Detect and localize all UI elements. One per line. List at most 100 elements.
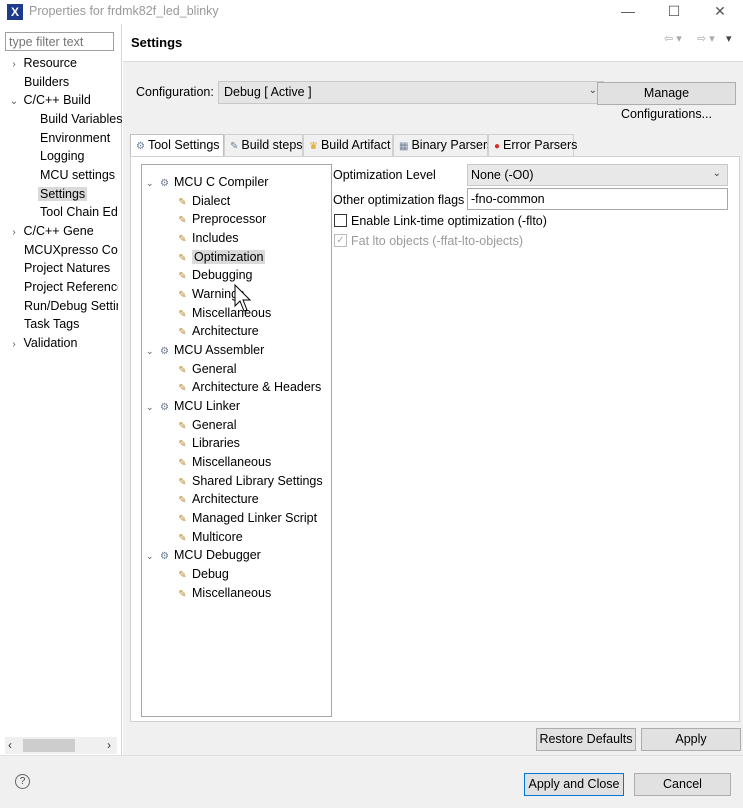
tab-build-artifact[interactable]: ♛ Build Artifact xyxy=(303,134,393,156)
option-icon: ✎ xyxy=(178,458,187,469)
tree-linker-multicore[interactable]: ✎ Multicore xyxy=(176,528,242,546)
tree-linker-libraries[interactable]: ✎ Libraries xyxy=(176,434,240,452)
chevron-down-icon: ⌄ xyxy=(146,551,154,561)
tab-build-steps[interactable]: ✎ Build steps xyxy=(224,134,303,156)
settings-page: Settings ⇦ ▾ ⇨ ▾ ▾ Configuration: Debug … xyxy=(123,24,743,755)
window-title: Properties for frdmk82f_led_blinky xyxy=(29,4,219,18)
option-icon: ✎ xyxy=(178,495,187,506)
tree-mcu-debugger[interactable]: ⌄ ⚙ MCU Debugger xyxy=(146,546,261,564)
chevron-down-icon: ⌄ xyxy=(146,178,154,188)
option-icon: ✎ xyxy=(178,383,187,394)
tree-optimization[interactable]: ✎ Optimization xyxy=(176,248,266,266)
option-icon: ✎ xyxy=(178,327,187,338)
apply-button[interactable]: Apply xyxy=(641,728,741,751)
tree-linker-shared-lib[interactable]: ✎ Shared Library Settings xyxy=(176,472,322,490)
tree-architecture[interactable]: ✎ Architecture xyxy=(176,322,258,340)
lto-label: Enable Link-time optimization (-flto) xyxy=(351,214,547,228)
binary-parsers-icon: ▦ xyxy=(399,141,409,152)
option-icon: ✎ xyxy=(178,570,187,581)
tool-icon: ⚙ xyxy=(160,178,169,189)
tree-mcu-c-compiler[interactable]: ⌄ ⚙ MCU C Compiler xyxy=(146,173,268,191)
tree-item-cpp-build[interactable]: ⌄ C/C++ Build xyxy=(8,91,126,110)
tree-linker-script[interactable]: ✎ Managed Linker Script xyxy=(176,509,317,527)
tool-settings-panel: ⌄ ⚙ MCU C Compiler ✎ Dialect ✎ Preprocessor … xyxy=(130,156,740,722)
scroll-thumb[interactable] xyxy=(23,739,75,752)
optimization-level-label: Optimization Level xyxy=(333,168,436,182)
page-title: Settings xyxy=(131,35,183,50)
manage-configurations-button[interactable]: Manage Configurations... xyxy=(597,82,736,121)
lto-checkbox[interactable] xyxy=(334,214,347,227)
tab-tool-settings[interactable]: ⚙ Tool Settings xyxy=(130,134,224,157)
optimization-level-select[interactable]: None (-O0) ⌄ xyxy=(467,164,728,186)
minimize-button[interactable]: — xyxy=(605,0,651,24)
tree-item-tool-chain-editor[interactable]: Tool Chain Edi xyxy=(40,203,118,222)
tab-error-parsers[interactable]: ● Error Parsers xyxy=(488,134,577,156)
tree-debugger-misc[interactable]: ✎ Miscellaneous xyxy=(176,584,271,602)
tree-item-run-debug-settings[interactable]: Run/Debug Settir xyxy=(24,297,118,316)
cancel-button[interactable]: Cancel xyxy=(634,773,731,796)
property-page-tree: › Resource Builders ⌄ C/C++ Build Build … xyxy=(0,24,122,755)
tree-asm-arch-headers[interactable]: ✎ Architecture & Headers xyxy=(176,378,321,396)
option-icon: ✎ xyxy=(178,514,187,525)
option-icon: ✎ xyxy=(178,234,187,245)
fat-lto-label: Fat lto objects (-ffat-lto-objects) xyxy=(351,234,524,248)
chevron-down-icon: ⌄ xyxy=(712,168,721,179)
tree-mcu-assembler[interactable]: ⌄ ⚙ MCU Assembler xyxy=(146,341,264,359)
artifact-icon: ♛ xyxy=(309,141,318,152)
tree-debugging[interactable]: ✎ Debugging xyxy=(176,266,252,284)
error-icon: ● xyxy=(494,141,501,152)
tree-mcu-linker[interactable]: ⌄ ⚙ MCU Linker xyxy=(146,397,240,415)
tree-dialect[interactable]: ✎ Dialect xyxy=(176,192,230,210)
option-icon: ✎ xyxy=(178,271,187,282)
apply-and-close-button[interactable]: Apply and Close xyxy=(524,773,624,796)
tool-settings-tree: ⌄ ⚙ MCU C Compiler ✎ Dialect ✎ Preprocessor … xyxy=(141,164,332,717)
tool-icon: ⚙ xyxy=(160,402,169,413)
tree-item-settings[interactable]: Settings xyxy=(38,185,118,204)
forward-icon[interactable]: ⇨ ▾ xyxy=(697,32,715,45)
optimization-flags-input[interactable]: -fno-common xyxy=(467,188,728,210)
scroll-left-icon[interactable]: ‹ xyxy=(8,737,12,754)
chevron-down-icon: ⌄ xyxy=(146,402,154,412)
tab-binary-parsers[interactable]: ▦ Binary Parsers xyxy=(393,134,493,156)
app-icon: X xyxy=(7,4,23,20)
option-icon: ✎ xyxy=(178,215,187,226)
tree-includes[interactable]: ✎ Includes xyxy=(176,229,238,247)
tree-miscellaneous[interactable]: ✎ Miscellaneous xyxy=(176,304,271,322)
tool-settings-icon: ⚙ xyxy=(136,141,145,152)
tree-item-cpp-general[interactable]: › C/C++ Gene xyxy=(8,222,126,241)
mouse-cursor-icon xyxy=(234,284,252,312)
configuration-select[interactable]: Debug [ Active ] ⌄ xyxy=(218,81,604,104)
close-button[interactable]: ✕ xyxy=(697,0,743,24)
title-bar: X Properties for frdmk82f_led_blinky — ☐… xyxy=(0,0,743,24)
chevron-down-icon: ⌄ xyxy=(588,85,597,96)
tree-item-validation[interactable]: › Validation xyxy=(8,334,126,353)
dialog-footer: ? Apply and Close Cancel xyxy=(0,755,743,808)
help-icon[interactable]: ? xyxy=(15,774,30,789)
tool-icon: ⚙ xyxy=(160,346,169,357)
tree-asm-general[interactable]: ✎ General xyxy=(176,360,236,378)
menu-icon[interactable]: ▾ xyxy=(726,32,732,45)
tree-item-mcuxpresso[interactable]: MCUXpresso Co xyxy=(24,241,118,260)
option-icon: ✎ xyxy=(178,589,187,600)
tree-debugger-debug[interactable]: ✎ Debug xyxy=(176,565,229,583)
option-icon: ✎ xyxy=(178,439,187,450)
tree-linker-misc[interactable]: ✎ Miscellaneous xyxy=(176,453,271,471)
settings-header: Settings ⇦ ▾ ⇨ ▾ ▾ xyxy=(123,24,743,62)
tree-item-project-references[interactable]: Project Reference xyxy=(24,278,118,297)
horizontal-scrollbar[interactable]: ‹ › xyxy=(5,737,117,754)
tree-item-resource[interactable]: › Resource xyxy=(8,54,126,73)
filter-input[interactable] xyxy=(5,32,114,51)
tree-linker-architecture[interactable]: ✎ Architecture xyxy=(176,490,258,508)
back-icon[interactable]: ⇦ ▾ xyxy=(664,32,682,45)
restore-defaults-button[interactable]: Restore Defaults xyxy=(536,728,636,751)
maximize-button[interactable]: ☐ xyxy=(651,0,697,24)
build-steps-icon: ✎ xyxy=(230,141,239,152)
scroll-right-icon[interactable]: › xyxy=(107,737,111,754)
configuration-label: Configuration: xyxy=(136,85,214,99)
tree-linker-general[interactable]: ✎ General xyxy=(176,416,236,434)
chevron-down-icon: ⌄ xyxy=(146,346,154,356)
fat-lto-checkbox: ✓ xyxy=(334,234,347,247)
option-icon: ✎ xyxy=(178,290,187,301)
tree-preprocessor[interactable]: ✎ Preprocessor xyxy=(176,210,266,228)
tool-icon: ⚙ xyxy=(160,551,169,562)
